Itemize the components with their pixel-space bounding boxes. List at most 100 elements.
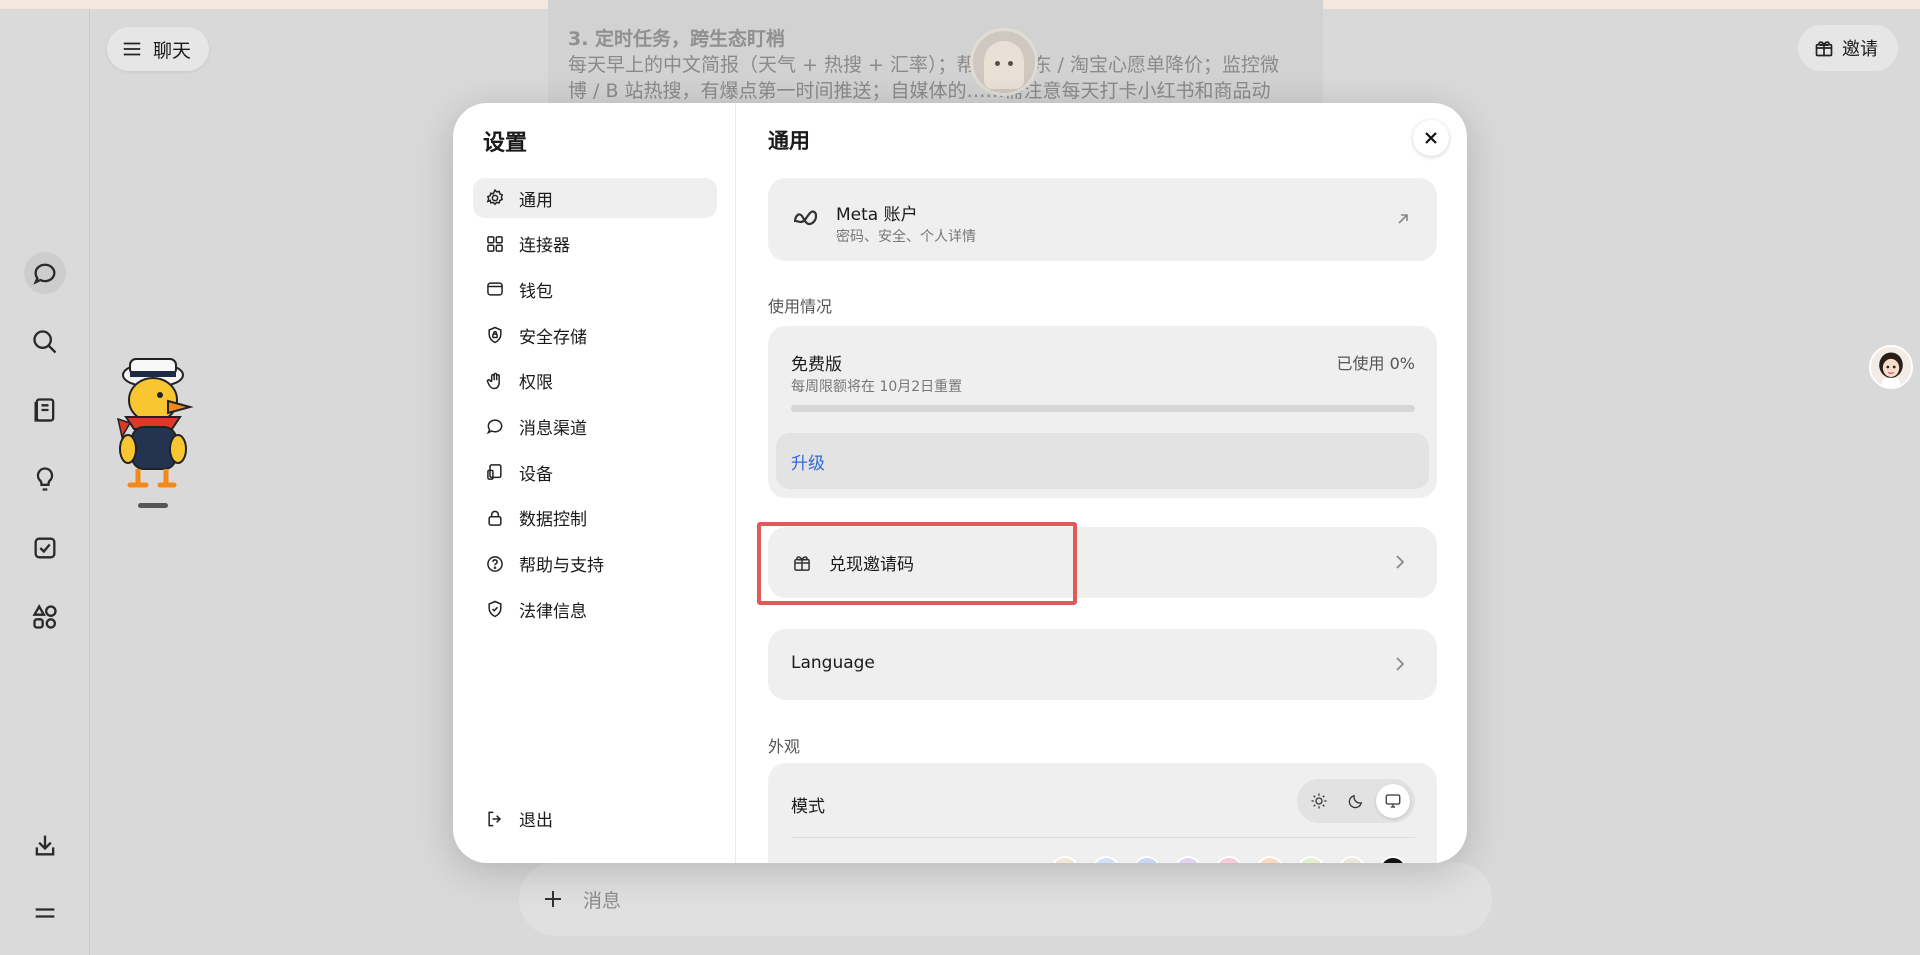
dark-mode-option[interactable] — [1339, 784, 1373, 818]
tasks-rail-button[interactable] — [24, 527, 66, 569]
devices-icon — [487, 464, 502, 480]
chat-bubble-icon — [33, 263, 56, 285]
external-link-icon — [1398, 214, 1408, 224]
invite-button[interactable]: 邀请 — [1798, 25, 1898, 71]
chat-menu-button[interactable]: 聊天 — [107, 27, 210, 71]
meta-logo-icon — [793, 210, 818, 226]
nav-item-help[interactable]: 帮助与支持 — [473, 544, 717, 584]
logout-button[interactable]: 退出 — [485, 806, 553, 831]
accent-color-swatch[interactable] — [1051, 856, 1079, 863]
nav-label: 帮助与支持 — [519, 556, 604, 576]
shield-lock-icon — [488, 326, 502, 344]
system-mode-option[interactable] — [1375, 784, 1410, 818]
usage-percent: 已使用 0% — [1336, 354, 1415, 373]
usage-section-label: 使用情况 — [768, 297, 833, 316]
accent-color-swatch[interactable] — [1174, 856, 1202, 863]
mascot-handle[interactable] — [138, 503, 168, 508]
logout-label: 退出 — [519, 811, 553, 831]
invite-label: 邀请 — [1842, 39, 1878, 60]
download-icon — [35, 835, 55, 856]
nav-label: 设备 — [519, 464, 553, 485]
light-mode-option[interactable] — [1302, 784, 1336, 818]
moon-icon — [1348, 794, 1363, 809]
nav-item-connectors[interactable]: 连接器 — [473, 224, 717, 264]
chat-rail-button[interactable] — [24, 252, 66, 294]
search-rail-button[interactable] — [24, 321, 66, 363]
nav-item-legal[interactable]: 法律信息 — [473, 589, 717, 629]
menu-rail-button[interactable] — [24, 892, 66, 934]
usage-card: 免费版 每周限额将在 10月2日重置 已使用 0% 升级 — [768, 326, 1437, 498]
logout-icon — [488, 811, 502, 826]
settings-sidebar: 设置 通用 连接器 钱包 安全存储 权限 消息渠道 设备 数据控制 帮助与支持 … — [453, 103, 736, 863]
apps-rail-button[interactable] — [24, 596, 66, 638]
assistant-avatar — [970, 28, 1038, 96]
chat-bubble-icon — [486, 419, 503, 435]
sun-icon — [1311, 793, 1327, 809]
accent-color-swatch[interactable] — [1338, 856, 1366, 863]
nav-item-data-controls[interactable]: 数据控制 — [473, 498, 717, 538]
accent-color-swatch[interactable] — [1215, 856, 1243, 863]
chat-menu-label: 聊天 — [153, 39, 192, 62]
highlight-box — [757, 522, 1077, 605]
nav-label: 钱包 — [519, 281, 553, 302]
panel-title: 通用 — [768, 129, 810, 153]
nav-item-permissions[interactable]: 权限 — [473, 361, 717, 401]
accent-color-swatch[interactable] — [1297, 856, 1325, 863]
help-icon — [487, 555, 503, 572]
composer-placeholder: 消息 — [583, 889, 622, 912]
lock-icon — [488, 510, 502, 526]
meta-account-subtitle: 密码、安全、个人详情 — [836, 229, 976, 245]
lightbulb-icon — [36, 467, 54, 491]
grid-icon — [487, 235, 503, 252]
menu-icon — [35, 908, 55, 918]
monitor-icon — [1385, 794, 1401, 808]
gift-icon — [1815, 41, 1833, 57]
download-rail-button[interactable] — [24, 824, 66, 866]
language-row[interactable]: Language — [768, 629, 1437, 700]
chevron-right-icon — [1396, 657, 1405, 671]
meta-account-row[interactable]: Meta 账户 密码、安全、个人详情 — [768, 178, 1437, 261]
accent-color-swatch[interactable] — [1379, 856, 1407, 863]
nav-item-devices[interactable]: 设备 — [473, 452, 717, 492]
message-composer[interactable]: 消息 — [519, 862, 1492, 936]
nav-item-message-channels[interactable]: 消息渠道 — [473, 406, 717, 446]
book-icon — [34, 398, 55, 422]
nav-label: 通用 — [519, 190, 553, 211]
general-settings-panel: 通用 Meta 账户 密码、安全、个人详情 使用情况 免费版 每周限额将在 10… — [737, 103, 1467, 863]
nav-item-general[interactable]: 通用 — [473, 178, 717, 218]
accent-color-swatch[interactable] — [1133, 856, 1161, 863]
gear-icon — [486, 188, 504, 206]
theme-mode-toggle[interactable] — [1297, 779, 1415, 823]
search-icon — [33, 330, 57, 354]
appearance-section-label: 外观 — [768, 737, 801, 756]
user-avatar[interactable] — [1869, 345, 1913, 389]
shield-check-icon — [488, 600, 502, 618]
plan-name: 免费版 — [791, 355, 842, 375]
accent-color-swatch[interactable] — [1092, 856, 1120, 863]
nav-label: 权限 — [519, 373, 553, 394]
usage-progress-bar — [791, 405, 1415, 412]
chevron-right-icon — [1396, 555, 1405, 569]
nav-item-wallet[interactable]: 钱包 — [473, 269, 717, 309]
close-button[interactable] — [1413, 120, 1449, 156]
hamburger-icon — [123, 42, 141, 56]
ideas-rail-button[interactable] — [24, 458, 66, 500]
bg-line-2: 博 / B 站热搜，有爆点第一时间推送；自媒体的……需注意每天打卡小红书和商品动 — [568, 80, 1271, 102]
plus-icon[interactable] — [541, 887, 565, 911]
accent-color-swatch[interactable] — [1256, 856, 1284, 863]
library-rail-button[interactable] — [24, 389, 66, 431]
accent-color-swatches — [1051, 856, 1407, 863]
nav-item-secure-storage[interactable]: 安全存储 — [473, 315, 717, 355]
plan-reset-note: 每周限额将在 10月2日重置 — [791, 379, 963, 395]
upgrade-button[interactable]: 升级 — [776, 433, 1429, 489]
bg-heading: 3. 定时任务，跨生态盯梢 — [568, 28, 786, 50]
nav-label: 消息渠道 — [519, 418, 587, 439]
settings-title: 设置 — [483, 131, 528, 156]
nav-label: 安全存储 — [519, 327, 587, 348]
nav-label: 法律信息 — [519, 601, 587, 622]
close-icon — [1425, 132, 1437, 144]
wallet-icon — [487, 282, 503, 296]
bg-line-1: 每天早上的中文简报（天气 + 热搜 + 汇率）；帮我盯京东 / 淘宝心愿单降价；… — [568, 54, 1279, 76]
meta-account-title: Meta 账户 — [836, 205, 918, 225]
duck-mascot-sticker[interactable] — [108, 345, 198, 505]
